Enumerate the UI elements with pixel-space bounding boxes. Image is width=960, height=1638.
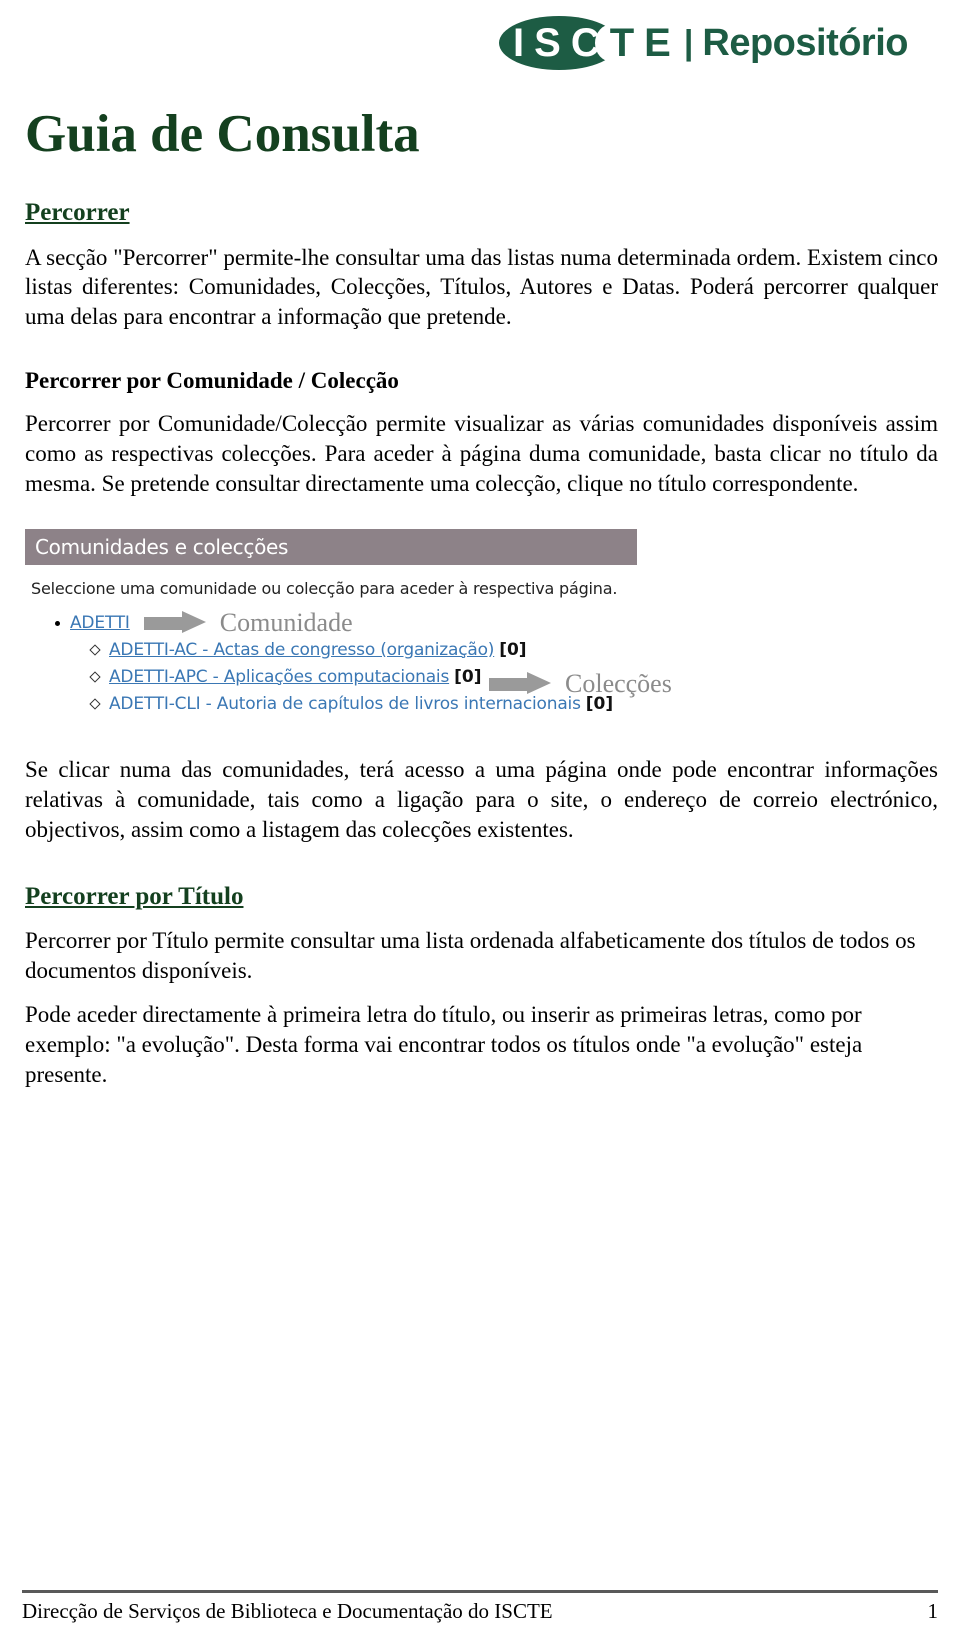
logo-letter-i: I — [513, 21, 526, 65]
bullet-diamond-icon — [89, 643, 101, 656]
page-footer: Direcção de Serviços de Biblioteca e Doc… — [22, 1590, 938, 1624]
footer-text: Direcção de Serviços de Biblioteca e Doc… — [22, 1599, 553, 1623]
paragraph-comunidade: Percorrer por Comunidade/Colecção permit… — [25, 411, 938, 497]
logo-letter-e: E — [644, 21, 672, 65]
screenshot-header-title: Comunidades e colecções — [35, 535, 289, 560]
annotation-coleccoes: Colecções — [565, 669, 672, 699]
bullet-diamond-icon — [89, 670, 101, 683]
screenshot-header-bar: Comunidades e colecções — [25, 529, 637, 566]
paragraph-titulo-1: Percorrer por Título permite consultar u… — [25, 928, 916, 984]
logo-repositorio-word: Repositório — [702, 22, 908, 64]
list-item-collection[interactable]: ADETTI-AC - Actas de congresso (organiza… — [89, 636, 755, 663]
section-comunidade-coleccao: Percorrer por Comunidade / Colecção Perc… — [22, 368, 938, 845]
iscte-repositorio-logo: I S C T E | Repositório — [477, 12, 908, 74]
logo-row: I S C T E | Repositório — [22, 0, 938, 86]
annotation-comunidade: Comunidade — [219, 608, 353, 638]
list-item-community[interactable]: ADETTI Comunidade — [55, 608, 755, 638]
bullet-diamond-icon — [89, 697, 101, 710]
logo-separator: | — [683, 24, 694, 62]
collection-count-adetti-ac: [0] — [499, 639, 527, 660]
logo-letter-c: C — [570, 21, 601, 65]
heading-percorrer-titulo: Percorrer por Título — [25, 882, 244, 910]
footer-divider — [22, 1590, 938, 1593]
annotation-coleccoes-group: Colecções — [475, 669, 672, 699]
section-percorrer: Percorrer A secção "Percorrer" permite-l… — [22, 161, 938, 332]
logo-letter-t: T — [609, 21, 636, 65]
heading-percorrer: Percorrer — [25, 199, 130, 226]
collection-link-adetti-apc[interactable]: ADETTI-APC - Aplicações computacionais — [109, 667, 449, 687]
paragraph-percorrer: A secção "Percorrer" permite-lhe consult… — [25, 244, 938, 330]
paragraph-titulo-2: Pode aceder directamente à primeira letr… — [25, 1002, 863, 1087]
arrow-right-icon — [143, 611, 206, 634]
bullet-disc-icon — [55, 620, 60, 626]
paragraph-comunidade-after: Se clicar numa das comunidades, terá ace… — [25, 757, 938, 842]
collection-link-adetti-ac[interactable]: ADETTI-AC - Actas de congresso (organiza… — [109, 640, 494, 660]
arrow-right-icon — [489, 672, 551, 695]
screenshot-comunidades-coleccoes: Comunidades e colecções Seleccione uma c… — [25, 529, 755, 740]
section-percorrer-titulo: Percorrer por Título Percorrer por Títul… — [22, 845, 938, 1090]
community-link-adetti[interactable]: ADETTI — [70, 613, 130, 633]
screenshot-community-list: ADETTI Comunidade ADETTI-AC - Actas de c… — [25, 608, 755, 717]
logo-letter-s: S — [534, 21, 562, 65]
logo-iscte-letters: I S C T E — [477, 23, 672, 63]
screenshot-instruction: Seleccione uma comunidade ou colecção pa… — [31, 579, 618, 599]
heading-percorrer-comunidade: Percorrer por Comunidade / Colecção — [25, 368, 399, 394]
footer-page-number: 1 — [927, 1599, 939, 1623]
document-page: I S C T E | Repositório Guia de Consulta… — [0, 0, 960, 1638]
page-title: Guia de Consulta — [25, 105, 420, 163]
